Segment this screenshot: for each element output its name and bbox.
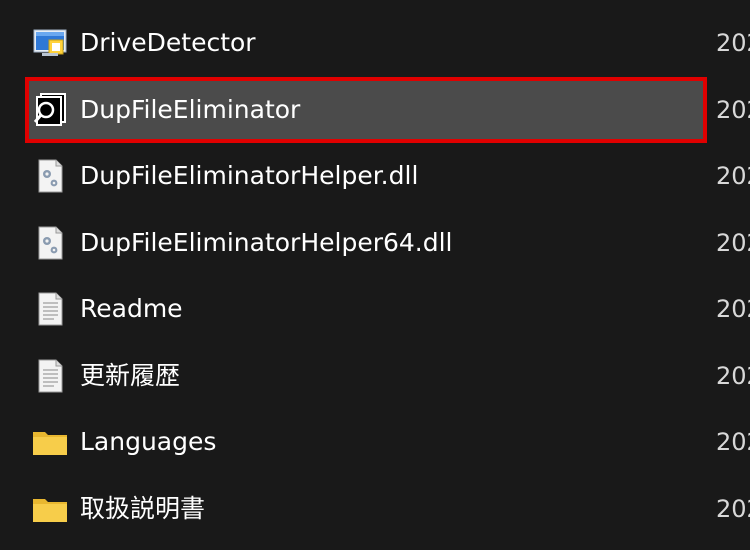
- file-name: 更新履歴: [80, 360, 181, 390]
- dupfileeliminator-app-icon: [32, 92, 68, 127]
- file-row-update-history[interactable]: 更新履歴 202: [0, 343, 750, 410]
- dll-gear-icon: [32, 226, 68, 260]
- file-row-drivedetector[interactable]: DriveDetector 202: [0, 10, 750, 77]
- date-modified: 202: [716, 95, 750, 124]
- date-modified: 202: [716, 162, 750, 190]
- file-row-helper64-dll[interactable]: DupFileEliminatorHelper64.dll 202: [0, 210, 750, 277]
- drive-detector-app-icon: [32, 26, 68, 60]
- text-file-icon: [32, 292, 68, 326]
- date-modified: 202: [716, 428, 750, 456]
- file-name: DupFileEliminatorHelper.dll: [80, 161, 419, 190]
- file-name: DupFileEliminator: [80, 94, 301, 124]
- date-modified: 202: [716, 361, 750, 390]
- file-name: DriveDetector: [80, 28, 256, 57]
- dll-gear-icon: [32, 159, 68, 193]
- date-modified: 202: [716, 494, 750, 523]
- folder-icon: [32, 425, 68, 459]
- file-name: Languages: [80, 427, 217, 456]
- file-row-helper-dll[interactable]: DupFileEliminatorHelper.dll 202: [0, 143, 750, 210]
- file-name: 取扱説明書: [80, 493, 206, 523]
- date-modified: 202: [716, 295, 750, 323]
- file-name: DupFileEliminatorHelper64.dll: [80, 227, 453, 257]
- file-list: DriveDetector 202 DupFileEliminator 202: [0, 10, 750, 542]
- date-modified: 202: [716, 29, 750, 57]
- file-name: Readme: [80, 294, 183, 323]
- file-row-manual[interactable]: 取扱説明書 202: [0, 476, 750, 543]
- file-row-languages[interactable]: Languages 202: [0, 409, 750, 476]
- text-file-icon: [32, 359, 68, 393]
- date-modified: 202: [716, 228, 750, 257]
- folder-icon: [32, 492, 68, 526]
- file-row-dupfileeliminator[interactable]: DupFileEliminator 202: [0, 76, 750, 144]
- file-row-readme[interactable]: Readme 202: [0, 276, 750, 343]
